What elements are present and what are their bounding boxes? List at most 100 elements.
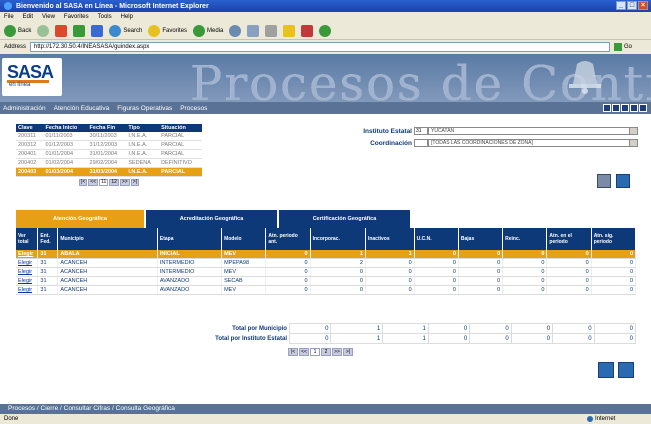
col-atn-en-periodo: Atn. en el periodo xyxy=(546,228,592,250)
messenger-button[interactable] xyxy=(319,24,332,37)
nav-figuras-operativas[interactable]: Figuras Operativas xyxy=(117,105,172,112)
periods-panel: Clave Fecha Inicio Fecha Fin Tipo Situac… xyxy=(16,124,202,186)
folder-button[interactable] xyxy=(283,24,296,37)
menu-bar: File Edit View Favorites Tools Help xyxy=(0,12,651,22)
browser-toolbar: Back Search Favorites Media xyxy=(0,22,651,40)
period-row[interactable]: 200312 01/12/2003 31/12/2003 I.N.E.A. PARCIA… xyxy=(16,140,202,150)
elegir-link[interactable]: Elegir xyxy=(16,250,39,259)
tab-bar: Atención Geográfica Acreditación Geográf… xyxy=(16,210,410,228)
home-button[interactable] xyxy=(91,24,104,37)
media-button[interactable]: Media xyxy=(193,24,223,37)
instituto-label: Instituto Estatal xyxy=(363,127,412,135)
pager-prev[interactable]: << xyxy=(299,348,309,356)
col-ent-fed: Ent. Fed. xyxy=(37,228,59,250)
history-button[interactable] xyxy=(229,24,242,37)
mail-button[interactable] xyxy=(247,24,260,37)
internet-zone-icon xyxy=(587,416,593,422)
col-reinc: Reinc. xyxy=(502,228,548,250)
go-button[interactable]: Go xyxy=(614,43,632,51)
breadcrumb: Procesos / Cierre / Consultar Cifras / C… xyxy=(0,404,651,414)
folder-icon xyxy=(283,24,296,37)
pager-first[interactable]: |< xyxy=(288,348,298,356)
sasa-logo: SASA en línea xyxy=(2,58,62,96)
back-button[interactable]: Back xyxy=(4,24,31,37)
elegir-link[interactable]: Elegir xyxy=(16,276,39,286)
elegir-link[interactable]: Elegir xyxy=(16,267,39,277)
go-arrow-icon xyxy=(614,43,623,51)
elegir-link[interactable]: Elegir xyxy=(16,285,39,295)
refresh-button[interactable] xyxy=(73,24,86,37)
minimize-button[interactable]: _ xyxy=(616,1,626,10)
tools-button[interactable] xyxy=(301,24,314,37)
address-input[interactable]: http://172.30.50.4/INEASASA/guindex.aspx xyxy=(30,42,611,52)
pager-page[interactable]: 2 xyxy=(321,348,331,356)
pager-next[interactable]: >> xyxy=(119,179,130,186)
info-nav-icon[interactable] xyxy=(621,104,629,112)
favorites-button[interactable]: Favorites xyxy=(148,24,187,37)
elegir-link[interactable]: Elegir xyxy=(16,258,39,268)
nav-administracion[interactable]: Administración xyxy=(3,105,46,112)
table-row: Elegir 31 ACANCEH INTERMEDIO MPEPA98 0 2 0 0 0 0 0 0 xyxy=(16,258,637,268)
instituto-row: Instituto Estatal 31 YUCATAN xyxy=(328,126,638,136)
col-tipo: Tipo xyxy=(126,124,160,132)
grid-nav-icon[interactable] xyxy=(612,104,620,112)
main-content: Clave Fecha Inicio Fecha Fin Tipo Situac… xyxy=(0,114,651,404)
table-row-selected: Elegir 31 ABALA INICIAL MEV 0 1 1 0 0 0 0 0 xyxy=(16,250,637,259)
periods-pager: |< << 11 12 >> >| xyxy=(16,179,202,186)
address-label: Address xyxy=(4,44,27,50)
tab-atencion-geografica[interactable]: Atención Geográfica xyxy=(16,210,144,228)
col-ver-total: Ver total xyxy=(16,228,39,250)
main-nav: Administración Atención Educativa Figura… xyxy=(0,102,651,114)
nav-atencion-educativa[interactable]: Atención Educativa xyxy=(54,105,110,112)
col-bajas: Bajas xyxy=(458,228,504,250)
home-nav-icon[interactable] xyxy=(603,104,611,112)
col-municipio: Municipio xyxy=(57,228,158,250)
menu-tools[interactable]: Tools xyxy=(98,14,112,20)
period-row[interactable]: 200311 01/11/2003 30/11/2003 I.N.E.A. PARCIA… xyxy=(16,132,202,141)
instituto-select[interactable]: YUCATAN xyxy=(428,127,638,135)
globe-button[interactable] xyxy=(616,174,630,188)
print-toolbar-button[interactable] xyxy=(265,24,278,37)
print-icon xyxy=(265,24,278,37)
table-row: Elegir 31 ACANCEH AVANZADO SECAB 0 0 0 0 0 0 0 0 xyxy=(16,276,637,286)
forward-button[interactable] xyxy=(37,24,50,37)
nav-procesos[interactable]: Procesos xyxy=(180,105,207,112)
menu-help[interactable]: Help xyxy=(121,14,133,20)
home-icon xyxy=(91,24,104,37)
pager-prev[interactable]: << xyxy=(88,179,99,186)
period-row[interactable]: 200402 01/02/2004 29/02/2004 SEDENA DEFINITI… xyxy=(16,158,202,168)
exit-nav-icon[interactable] xyxy=(639,104,647,112)
help-nav-icon[interactable] xyxy=(630,104,638,112)
tab-acreditacion-geografica[interactable]: Acreditación Geográfica xyxy=(146,210,277,228)
pager-last[interactable]: >| xyxy=(130,179,139,186)
period-row[interactable]: 200401 01/01/2004 31/01/2004 I.N.E.A. PARCIA… xyxy=(16,149,202,159)
search-icon xyxy=(109,24,122,37)
menu-file[interactable]: File xyxy=(4,14,14,20)
print-button[interactable] xyxy=(598,362,614,378)
col-modelo: Modelo xyxy=(221,228,267,250)
col-fecha-fin: Fecha Fin xyxy=(87,124,127,132)
pager-page[interactable]: 1 xyxy=(310,348,320,356)
stop-icon xyxy=(55,24,68,37)
close-button[interactable]: × xyxy=(638,1,648,10)
total-municipio-row: Total por Municipio 0 1 1 0 0 0 0 0 xyxy=(16,323,637,334)
save-button[interactable] xyxy=(618,362,634,378)
maximize-button[interactable]: □ xyxy=(627,1,637,10)
coordinacion-label: Coordinación xyxy=(370,139,412,147)
menu-favorites[interactable]: Favorites xyxy=(64,14,89,20)
pager-page[interactable]: 11 xyxy=(99,179,109,186)
menu-edit[interactable]: Edit xyxy=(23,14,33,20)
tab-certificacion-geografica[interactable]: Certificación Geográfica xyxy=(279,210,410,228)
pager-last[interactable]: >| xyxy=(343,348,353,356)
period-row-selected[interactable]: 200403 01/03/2004 31/03/2004 I.N.E.A. PARCIA… xyxy=(16,167,202,177)
search-button[interactable]: Search xyxy=(109,24,142,37)
stop-button[interactable] xyxy=(55,24,68,37)
coordinacion-select[interactable]: [TODAS LAS COORDINACIONES DE ZONA] xyxy=(428,139,638,147)
mail-icon xyxy=(247,24,260,37)
menu-view[interactable]: View xyxy=(42,14,55,20)
pager-first[interactable]: |< xyxy=(79,179,88,186)
col-incorporac: Incorporac. xyxy=(310,228,366,250)
pager-page[interactable]: 12 xyxy=(109,179,119,186)
document-button[interactable] xyxy=(597,174,611,188)
pager-next[interactable]: >> xyxy=(332,348,342,356)
